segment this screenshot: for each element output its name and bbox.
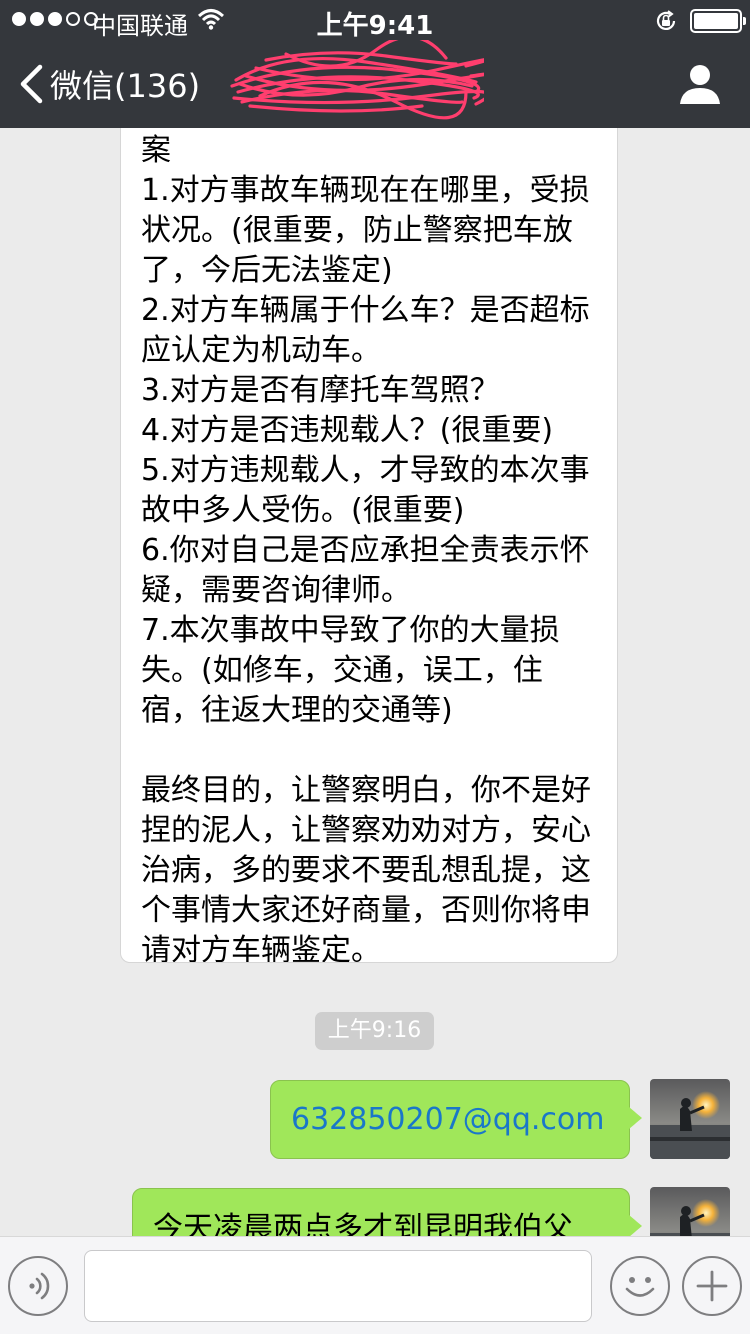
emoji-icon xyxy=(625,1277,655,1297)
battery-icon xyxy=(690,9,746,33)
outgoing-message-text: 今天凌晨两点多才到昆明我伯父 xyxy=(153,1211,573,1236)
avatar[interactable] xyxy=(650,1187,730,1236)
input-toolbar xyxy=(0,1236,750,1334)
voice-button[interactable] xyxy=(8,1256,68,1316)
avatar-sunset-image xyxy=(650,1187,730,1236)
nav-bar: 微信(136) xyxy=(0,40,750,128)
rotation-lock-icon xyxy=(656,10,676,30)
voice-icon xyxy=(29,1272,50,1300)
avatar[interactable] xyxy=(650,1079,730,1159)
status-bar: 中国联通 上午9:41 xyxy=(0,0,750,41)
top-bar: 中国联通 上午9:41 微信(136) xyxy=(0,0,750,128)
outgoing-message-bubble[interactable]: 632850207@qq.com xyxy=(270,1080,642,1159)
back-button-label: 微信(136) xyxy=(50,67,201,105)
incoming-message-text: 案 1.对方事故车辆现在在哪里，受损状况。(很重要，防止警察把车放了，今后无法鉴… xyxy=(141,133,591,963)
chat-area[interactable]: 案 1.对方事故车辆现在在哪里，受损状况。(很重要，防止警察把车放了，今后无法鉴… xyxy=(0,128,750,1236)
email-link[interactable]: 632850207@qq.com xyxy=(291,1100,604,1140)
outgoing-message-bubble[interactable]: 今天凌晨两点多才到昆明我伯父 xyxy=(132,1188,642,1236)
chevron-left-icon xyxy=(20,64,43,104)
status-time: 上午9:41 xyxy=(316,11,434,41)
more-button[interactable] xyxy=(682,1256,742,1316)
plus-icon xyxy=(696,1270,728,1302)
message-input[interactable] xyxy=(84,1250,592,1322)
redacted-contact-name xyxy=(230,40,484,120)
incoming-message-bubble[interactable]: 案 1.对方事故车辆现在在哪里，受损状况。(很重要，防止警察把车放了，今后无法鉴… xyxy=(120,128,618,963)
back-button[interactable]: 微信(136) xyxy=(18,60,200,108)
timestamp-badge: 上午9:16 xyxy=(315,1012,434,1050)
person-icon[interactable] xyxy=(678,62,722,106)
avatar-sunset-image xyxy=(650,1079,730,1159)
emoji-button[interactable] xyxy=(610,1256,670,1316)
